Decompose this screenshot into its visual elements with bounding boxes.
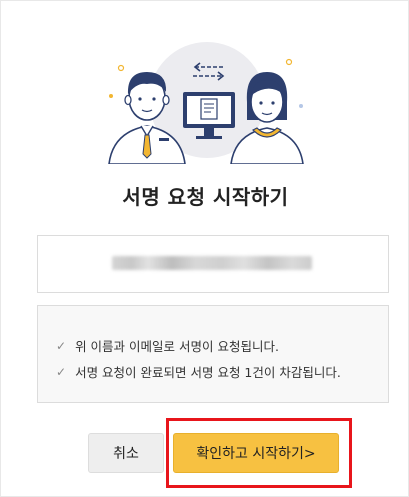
dialog: 서명 요청 시작하기 ✓ 위 이름과 이메일로 서명이 요청됩니다. ✓ 서명 …: [0, 0, 409, 497]
notice-box: ✓ 위 이름과 이메일로 서명이 요청됩니다. ✓ 서명 요청이 완료되면 서명…: [37, 305, 389, 403]
notice-text: 위 이름과 이메일로 서명이 요청됩니다.: [75, 339, 279, 354]
notice-item: ✓ 서명 요청이 완료되면 서명 요청 1건이 차감됩니다.: [56, 362, 341, 381]
notice-text: 서명 요청이 완료되면 서명 요청 1건이 차감됩니다.: [75, 365, 341, 380]
signing-illustration: [108, 42, 304, 164]
document-icon: [200, 98, 218, 120]
notice-item: ✓ 위 이름과 이메일로 서명이 요청됩니다.: [56, 336, 279, 355]
check-icon: ✓: [56, 364, 67, 379]
cancel-button[interactable]: 취소: [88, 433, 164, 473]
dialog-title: 서명 요청 시작하기: [122, 185, 289, 209]
recipient-info-box: [37, 235, 389, 293]
confirm-start-button[interactable]: 확인하고 시작하기>: [173, 433, 339, 473]
masked-recipient-text: [112, 256, 312, 270]
check-icon: ✓: [56, 338, 67, 353]
